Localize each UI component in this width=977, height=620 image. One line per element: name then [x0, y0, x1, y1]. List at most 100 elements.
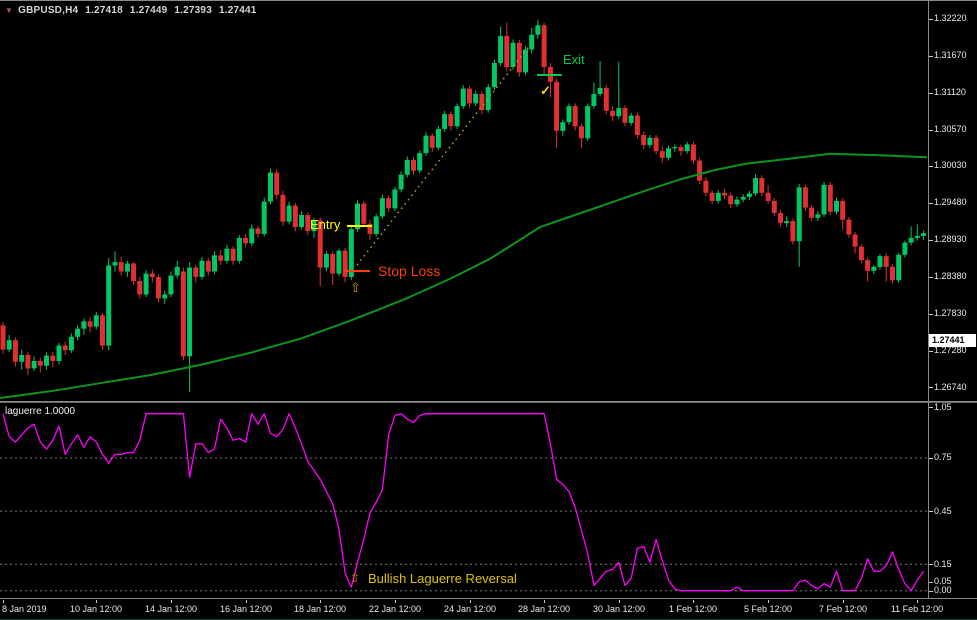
- candle-body: [411, 160, 416, 171]
- price-tick-mark: [929, 277, 933, 278]
- candle-body: [685, 144, 690, 151]
- candle-body: [330, 254, 335, 274]
- candle-body: [69, 337, 74, 351]
- time-tick-mark: [619, 600, 620, 603]
- stop-loss-label[interactable]: Stop Loss: [378, 263, 440, 279]
- price-tick-mark: [929, 19, 933, 20]
- candle-body: [735, 200, 740, 205]
- candle-body: [865, 260, 870, 271]
- candle-body: [75, 329, 80, 337]
- candle-body: [697, 161, 702, 181]
- bullish-reversal-label[interactable]: Bullish Laguerre Reversal: [368, 571, 517, 586]
- time-tick-mark: [246, 600, 247, 603]
- time-tick-label: 24 Jan 12:00: [444, 604, 496, 615]
- candle-body: [902, 243, 907, 255]
- candle-body: [529, 35, 534, 50]
- trendline-dotted[interactable]: [357, 44, 531, 265]
- candle-body: [573, 106, 578, 126]
- time-tick-mark: [395, 600, 396, 603]
- candle-body: [88, 321, 93, 326]
- candle-body: [361, 204, 366, 224]
- candle-body: [567, 106, 572, 122]
- price-tick-label: 1.27280: [934, 345, 967, 356]
- indicator-tick-mark: [929, 564, 933, 565]
- candle-body: [374, 216, 379, 234]
- candle-body: [846, 220, 851, 235]
- candle-body: [878, 256, 883, 267]
- candle-body: [212, 255, 217, 271]
- candle-body: [430, 136, 435, 148]
- candle-body: [797, 187, 802, 241]
- candle-body: [784, 221, 789, 223]
- price-tick-mark: [929, 387, 933, 388]
- candle-body: [703, 181, 708, 193]
- indicator-tick-label: 0.45: [934, 506, 952, 517]
- candle-body: [175, 267, 180, 276]
- moving-average-line: [0, 154, 927, 398]
- candle-body: [137, 281, 142, 295]
- candle-body: [772, 201, 777, 213]
- time-tick-label: 5 Feb 12:00: [744, 604, 792, 615]
- candle-body: [747, 194, 752, 197]
- candle-body: [542, 25, 547, 67]
- candle-body: [299, 215, 304, 227]
- quote-high: 1.27449: [130, 5, 168, 16]
- candle-body: [741, 197, 746, 200]
- time-tick-mark: [843, 600, 844, 603]
- candle-body: [691, 144, 696, 160]
- candle-body: [467, 89, 472, 104]
- candle-body: [57, 346, 62, 362]
- price-tick-label: 1.30030: [934, 160, 967, 171]
- candle-body: [119, 262, 124, 271]
- price-tick-label: 1.31670: [934, 50, 967, 61]
- candle-body: [828, 185, 833, 212]
- quote-open: 1.27418: [85, 5, 123, 16]
- candle-body: [710, 193, 715, 201]
- candle-body: [616, 108, 621, 116]
- candle-body: [834, 201, 839, 212]
- candle-body: [32, 361, 37, 368]
- candle-body: [778, 213, 783, 223]
- price-tick-mark: [929, 203, 933, 204]
- candle-body: [200, 261, 205, 277]
- candle-body: [585, 106, 590, 138]
- candle-body: [753, 178, 758, 194]
- candle-body: [218, 255, 223, 260]
- candle-body: [896, 255, 901, 281]
- time-tick-label: 8 Jan 2019: [2, 604, 47, 615]
- indicator-legend: laguerre 1.0000: [5, 406, 75, 417]
- triangle-down-icon[interactable]: ▼: [5, 6, 13, 15]
- panel-splitter[interactable]: [0, 401, 977, 403]
- indicator-tick-label: 0.15: [934, 559, 952, 570]
- candle-body: [231, 249, 236, 261]
- time-tick-label: 11 Feb 12:00: [891, 604, 943, 615]
- indicator-tick-label: 0.00: [934, 585, 952, 596]
- candle-body: [840, 201, 845, 220]
- candle-body: [436, 129, 441, 148]
- time-tick-label: 18 Jan 12:00: [294, 604, 346, 615]
- price-scale-border: [928, 1, 929, 598]
- laguerre-up-arrow-icon: ⇧: [350, 572, 360, 585]
- candle-body: [131, 264, 136, 282]
- price-tick-mark: [929, 314, 933, 315]
- time-tick-label: 14 Jan 12:00: [145, 604, 197, 615]
- quote-close: 1.27441: [219, 5, 257, 16]
- candle-body: [809, 208, 814, 218]
- candle-body: [113, 262, 118, 265]
- candle-body: [50, 356, 55, 361]
- price-tick-mark: [929, 166, 933, 167]
- candle-body: [921, 233, 926, 236]
- candle-body: [442, 114, 447, 129]
- candle-body: [336, 251, 341, 274]
- exit-label[interactable]: Exit: [563, 52, 585, 67]
- candle-body: [560, 122, 565, 131]
- candle-body: [224, 249, 229, 261]
- price-chart-canvas[interactable]: [0, 1, 977, 620]
- time-tick-label: 28 Jan 12:00: [518, 604, 570, 615]
- candle-body: [871, 267, 876, 271]
- candle-body: [63, 346, 68, 351]
- price-tick-label: 1.28380: [934, 271, 967, 282]
- candle-body: [293, 206, 298, 228]
- candle-body: [287, 206, 292, 222]
- entry-label[interactable]: Entry: [310, 217, 340, 232]
